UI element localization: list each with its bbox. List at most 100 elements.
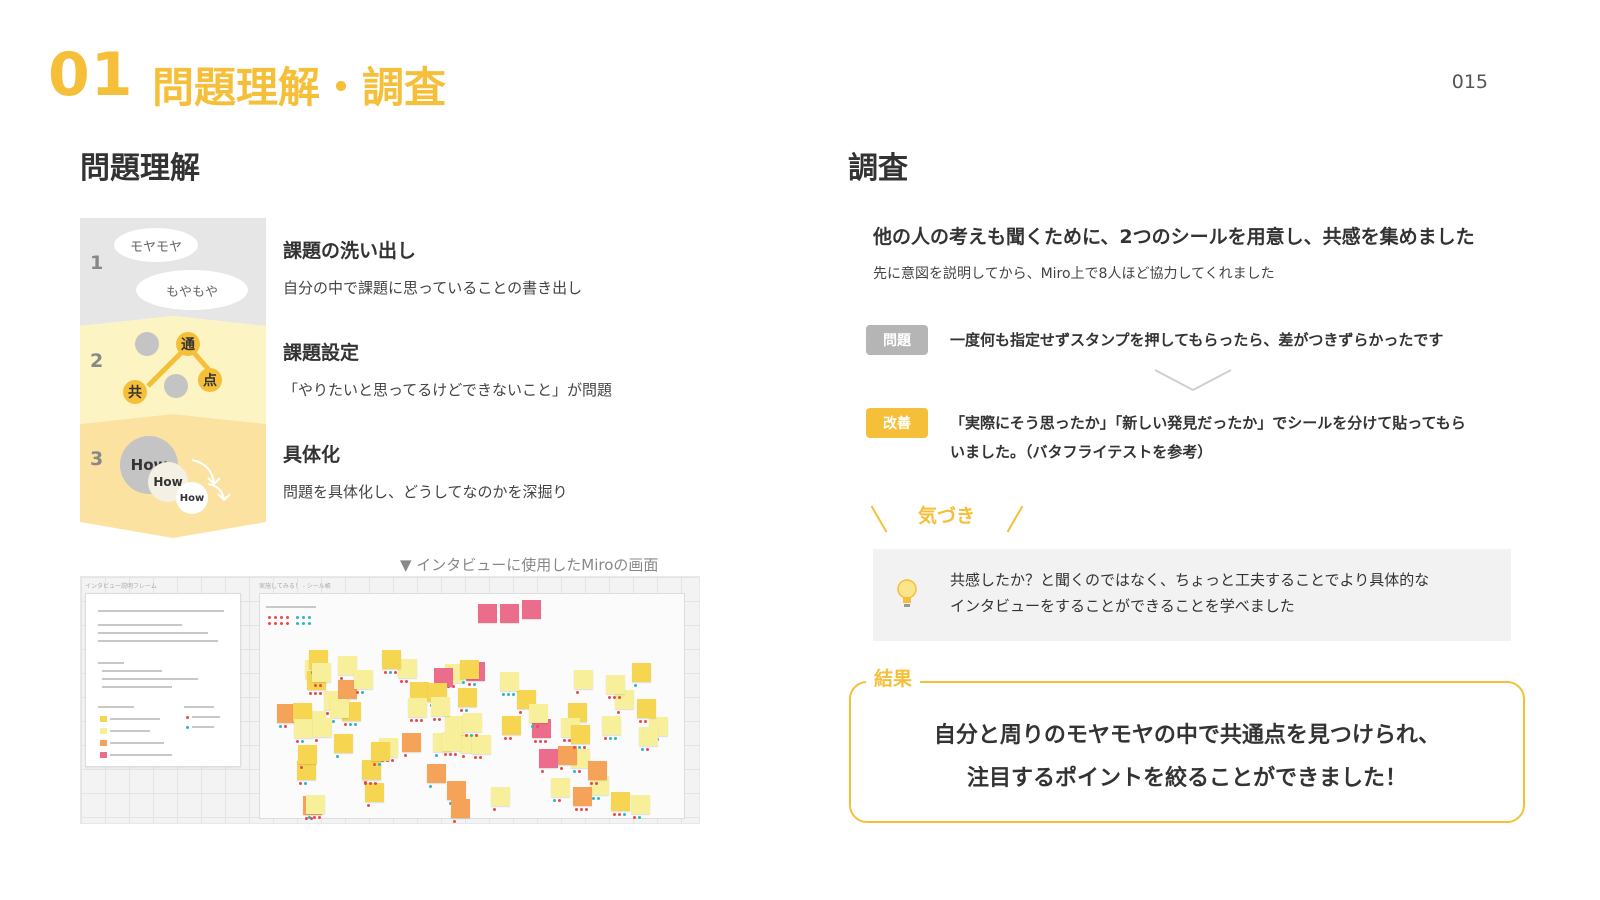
process-stages: 1 モヤモヤ もやもや 2 通 共 点 3 How How How — [80, 218, 266, 538]
research-lead: 他の人の考えも聞くために、2つのシールを用意し、共感を集めました — [873, 226, 1475, 248]
sticker-dot — [388, 671, 392, 674]
frame-left-label: インタビュー説明フレーム — [85, 583, 157, 590]
sticky-note — [638, 727, 658, 747]
sticky-note — [573, 787, 593, 807]
stage-number-1: 1 — [90, 252, 104, 274]
sticker-dot — [304, 782, 308, 786]
page-number: 015 — [1451, 71, 1488, 93]
improve-text-line-2: いました。（バタフライテストを参考） — [950, 443, 1213, 461]
result-line-1: 自分と周りのモヤモヤの中で共通点を見つけられ、 — [933, 723, 1441, 748]
sticker-dot — [509, 736, 513, 740]
sticky-note — [636, 698, 656, 718]
sticker-dot — [541, 770, 545, 774]
sticker-dot — [640, 748, 644, 752]
chevron-down-icon — [1154, 369, 1232, 392]
lightbulb-icon — [897, 579, 917, 607]
sticker-dot — [616, 710, 620, 714]
sticker-dot — [518, 711, 522, 715]
insight-label: 気づき — [918, 505, 976, 527]
sticker-dot — [533, 739, 537, 743]
sticky-note — [458, 687, 478, 707]
improve-text-line-1: 「実際にそう思ったか」「新しい発見だったか」でシールを分けて貼ってもら — [950, 414, 1466, 432]
sticky-note — [451, 798, 471, 818]
sticky-note — [571, 725, 591, 745]
sticker-dot — [353, 722, 357, 726]
sticker-dot — [572, 769, 576, 773]
sticker-dot — [307, 815, 311, 819]
sticker-dot — [314, 692, 318, 696]
sticker-dot — [348, 722, 352, 726]
sticker-dot — [596, 797, 600, 801]
step-2-title: 課題設定 — [283, 342, 360, 364]
result-text: 自分と周りのモヤモヤの中で共通点を見つけられ、 注目するポイントを絞ることができ… — [849, 714, 1525, 800]
sticker-dot — [336, 755, 340, 759]
sticker-dot — [415, 719, 418, 723]
miro-board-screenshot: インタビュー説明フレーム 実施してみる！ - シール帳 — [80, 576, 700, 824]
sticker-dot — [449, 753, 453, 757]
sticker-dot — [643, 719, 647, 723]
step-2-desc: 「やりたいと思ってるけどできないこと」が問題 — [283, 381, 612, 399]
sticker-dot — [300, 740, 304, 744]
node-ten: 点 — [198, 368, 222, 392]
sticker-dot — [492, 808, 496, 812]
sticker-dot — [364, 780, 368, 784]
sticker-dot — [557, 798, 561, 802]
step-1-title: 課題の洗い出し — [283, 240, 417, 262]
sticker-dot — [543, 739, 547, 743]
sticker-dot — [634, 684, 638, 688]
sticker-dot — [465, 708, 469, 712]
sticker-dot — [504, 736, 508, 740]
sticker-dot — [319, 692, 323, 696]
sticker-dot — [295, 740, 299, 744]
sticker-dot — [552, 798, 556, 802]
sticky-note — [529, 703, 549, 723]
sticky-note — [539, 749, 559, 769]
sticker-dot — [432, 717, 436, 721]
sticky-note — [472, 735, 492, 755]
sticker-dot — [383, 671, 387, 674]
sticker-dot — [403, 754, 407, 758]
sticky-note — [293, 719, 313, 739]
sticker-dot — [299, 765, 303, 769]
sticky-note — [522, 600, 541, 619]
sticky-note — [408, 698, 427, 718]
sticker-dot — [437, 717, 441, 721]
sticker-dot — [638, 719, 642, 723]
sticky-note — [353, 670, 373, 690]
cloud-moyamoya-katakana: モヤモヤ — [114, 228, 198, 262]
sticker-dot — [618, 813, 621, 817]
sticky-note — [606, 675, 626, 695]
sticker-dot — [444, 753, 448, 757]
sticker-dot — [614, 737, 618, 741]
sticker-dot — [468, 682, 472, 686]
sticker-dot — [604, 737, 608, 741]
sticky-note — [478, 604, 497, 623]
sticker-dot — [343, 722, 347, 726]
sticker-dot — [637, 816, 641, 820]
sticker-dot — [474, 733, 478, 737]
sticker-dot — [309, 692, 313, 696]
sticky-note — [447, 780, 467, 800]
sticky-note — [311, 663, 331, 683]
sticky-note — [329, 699, 349, 719]
sticky-note — [401, 733, 421, 753]
sticker-dot — [613, 813, 616, 817]
sticky-note — [381, 650, 401, 669]
sticky-note — [602, 716, 622, 736]
sticker-dot — [623, 813, 626, 817]
kizuki-left-slash — [870, 505, 888, 533]
sticky-note — [550, 777, 570, 797]
sticky-note — [334, 734, 354, 754]
step-1-desc: 自分の中で課題に思っていることの書き出し — [283, 279, 583, 297]
sticker-dot — [502, 692, 506, 696]
sticker-dot — [560, 767, 563, 771]
sticker-dot — [479, 756, 483, 760]
sticky-note — [459, 659, 479, 679]
sticker-dot — [410, 719, 413, 723]
sticky-note — [313, 718, 333, 738]
sticker-frame — [259, 593, 685, 823]
sticker-dot — [469, 733, 473, 737]
section-number: 01 — [48, 40, 134, 110]
kizuki-right-slash — [1006, 505, 1024, 533]
sticky-note — [297, 744, 317, 764]
